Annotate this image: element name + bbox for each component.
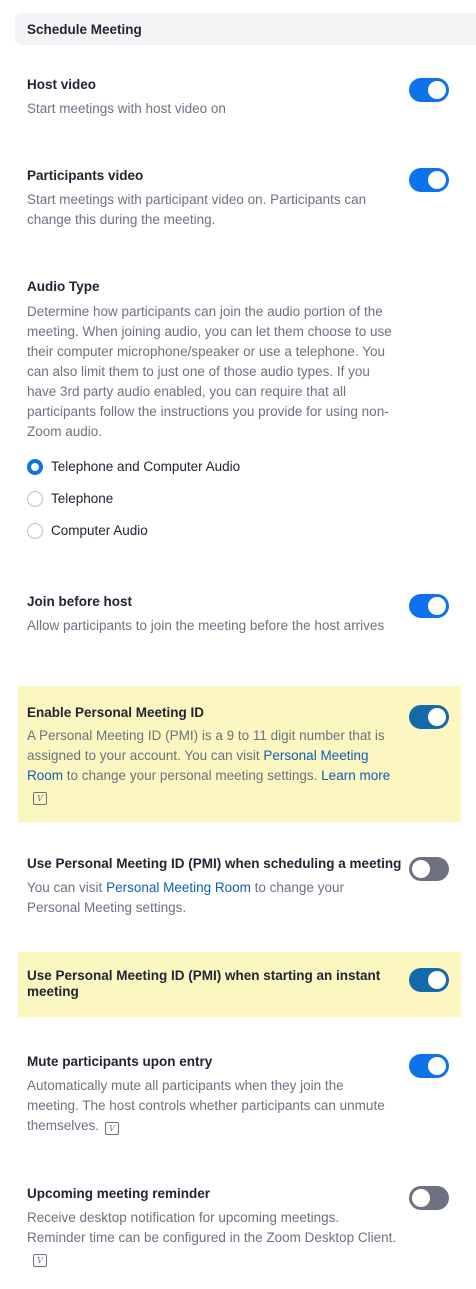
upcoming-reminder-toggle[interactable] (409, 1186, 449, 1210)
setting-title: Participants video (27, 168, 144, 183)
personal-meeting-room-link[interactable]: Personal Meeting Room (106, 880, 251, 895)
toggle-knob (412, 1189, 430, 1207)
setting-description: Determine how participants can join the … (27, 304, 392, 439)
setting-title: Join before host (27, 594, 133, 609)
pmi-scheduling-toggle[interactable] (409, 857, 449, 881)
description-text: Automatically mute all participants when… (27, 1078, 385, 1133)
setting-description: Allow participants to join the meeting b… (27, 618, 385, 633)
description-text: Receive desktop notification for upcomin… (27, 1210, 397, 1245)
toggle-knob (428, 971, 446, 989)
radio-label: Telephone and Computer Audio (51, 459, 241, 474)
setting-join-before-host: Join before host Allow participants to j… (18, 587, 461, 667)
description-text: You can visit (27, 880, 107, 895)
setting-host-video: Host video Start meetings with host vide… (18, 70, 461, 130)
setting-pmi-instant: Use Personal Meeting ID (PMI) when start… (18, 952, 461, 1017)
setting-description: Start meetings with host video on (27, 101, 226, 116)
enable-pmi-toggle[interactable] (409, 705, 449, 729)
participants-video-toggle[interactable] (409, 168, 449, 192)
toggle-knob (412, 860, 430, 878)
setting-title: Mute participants upon entry (27, 1054, 213, 1069)
radio-label: Telephone (51, 491, 114, 506)
join-before-host-toggle[interactable] (409, 594, 449, 618)
setting-pmi-scheduling: Use Personal Meeting ID (PMI) when sched… (18, 849, 461, 924)
setting-mute-on-entry: Mute participants upon entry Automatical… (18, 1047, 461, 1147)
description-text: to change your personal meeting settings… (63, 768, 322, 783)
radio-button-selected[interactable] (27, 459, 43, 475)
v-badge-icon: V (33, 1254, 47, 1267)
setting-title: Upcoming meeting reminder (27, 1186, 211, 1201)
setting-description: Automatically mute all participants when… (27, 1076, 397, 1136)
learn-more-link[interactable]: Learn more (321, 768, 390, 783)
radio-button[interactable] (27, 491, 43, 507)
host-video-toggle[interactable] (409, 78, 449, 102)
setting-title: Enable Personal Meeting ID (27, 705, 205, 720)
radio-button[interactable] (27, 523, 43, 539)
v-badge-icon: V (33, 792, 47, 805)
toggle-knob (428, 1057, 446, 1075)
setting-enable-pmi: Enable Personal Meeting ID A Personal Me… (18, 686, 461, 822)
toggle-knob (428, 597, 446, 615)
setting-upcoming-reminder: Upcoming meeting reminder Receive deskto… (18, 1179, 461, 1279)
toggle-knob (428, 708, 446, 726)
v-badge-icon: V (105, 1122, 120, 1135)
toggle-knob (428, 81, 446, 99)
section-title: Schedule Meeting (27, 22, 142, 37)
setting-participants-video: Participants video Start meetings with p… (18, 161, 461, 241)
pmi-instant-toggle[interactable] (409, 968, 449, 992)
setting-description: You can visit Personal Meeting Room to c… (27, 878, 397, 918)
section-header: Schedule Meeting (15, 13, 476, 45)
setting-description: Receive desktop notification for upcomin… (27, 1208, 397, 1268)
setting-audio-type: Audio Type Determine how participants ca… (18, 272, 461, 547)
mute-on-entry-toggle[interactable] (409, 1054, 449, 1078)
setting-title: Host video (27, 77, 97, 92)
setting-title: Use Personal Meeting ID (PMI) when sched… (27, 856, 402, 871)
radio-label: Computer Audio (51, 523, 148, 538)
setting-description: A Personal Meeting ID (PMI) is a 9 to 11… (27, 726, 397, 806)
setting-title: Audio Type (27, 279, 100, 294)
setting-title: Use Personal Meeting ID (PMI) when start… (27, 968, 381, 999)
toggle-knob (428, 171, 446, 189)
setting-description: Start meetings with participant video on… (27, 192, 367, 227)
